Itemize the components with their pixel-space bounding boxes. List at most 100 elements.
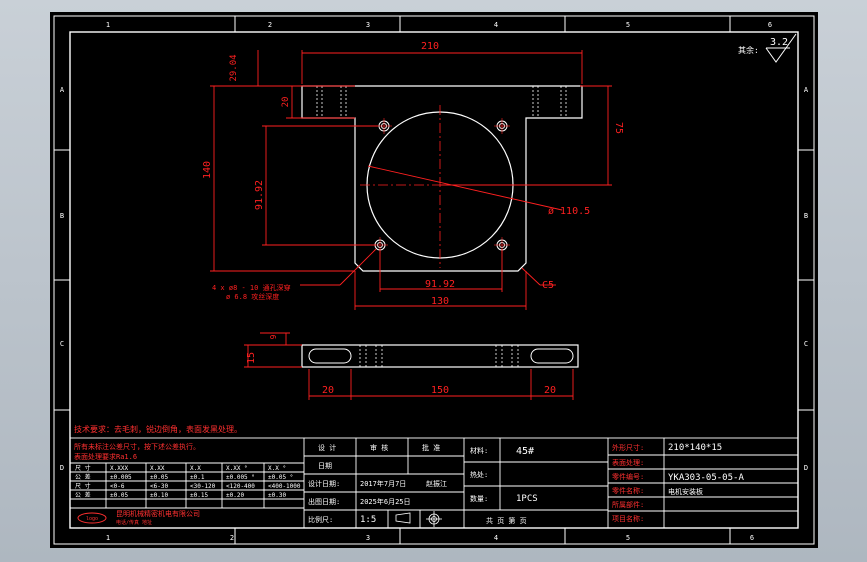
hole-note-line2: ø 6.8 攻丝深度 — [226, 292, 279, 301]
hole-note-line1: 4 x ø8 - 10 通孔深穿 — [212, 283, 291, 292]
grid-number-bottom: 1 — [106, 534, 110, 542]
tolerance-cell: <6-30 — [150, 483, 168, 490]
dim-tab: 20 — [281, 97, 291, 108]
slot-right — [530, 348, 574, 364]
part-no-value: YKA303-05-05-A — [668, 473, 744, 483]
grid-letter-right: B — [804, 212, 808, 220]
side-outline — [301, 344, 579, 368]
heat-label: 热处: — [470, 470, 488, 479]
material-value: 45# — [516, 446, 534, 457]
dim-hole-horizontal: 91.92 — [425, 279, 455, 290]
dim-chamfer: C5 — [542, 280, 554, 291]
designer: 赵振江 — [426, 479, 447, 488]
sheet-footer: 共 页 第 页 — [486, 516, 527, 525]
design-date-label: 设计日期: — [308, 479, 340, 488]
tolerance-cell: ±0.05 ° — [268, 474, 293, 481]
slot-lines-right — [532, 86, 567, 118]
issue-date: 2025年6月25日 — [360, 497, 411, 506]
cad-viewer: 1 2 3 4 5 6 1 2 3 4 5 6 A B C D A B C D — [0, 0, 867, 562]
side-dim-right: 20 — [544, 385, 556, 396]
company-sub: 电话/传真 地址 — [116, 519, 152, 526]
approve-label: 批 准 — [422, 443, 440, 452]
grid-letter-left: C — [60, 340, 64, 348]
projection-symbol — [395, 511, 442, 527]
tolerance-cell: <120-400 — [226, 483, 255, 490]
tolerance-cell: ±0.05 — [110, 492, 128, 499]
grid-number-top: 4 — [494, 21, 498, 29]
tolerance-cell: X.XXX — [110, 465, 128, 472]
dim-height: 140 — [202, 161, 213, 179]
scale-value: 1:5 — [360, 515, 376, 525]
front-view — [301, 85, 583, 272]
qty-label: 数量: — [470, 494, 488, 503]
assembly-label: 所属部件: — [612, 500, 644, 509]
grid-letter-right: C — [804, 340, 808, 348]
tolerance-header-1: 所有未标注公差尺寸，按下述公差执行。 — [74, 442, 200, 451]
finish-label: 表面处理: — [612, 458, 644, 467]
date-label: 日期 — [318, 462, 332, 470]
dim-right-height: 75 — [613, 122, 624, 134]
tolerance-cell: ±0.05 — [150, 474, 168, 481]
roughness-label: 其余: — [738, 45, 759, 55]
scale-label: 比例尺: — [308, 515, 333, 524]
part-name-value: 电机安装板 — [668, 487, 703, 496]
tolerance-cell: ±0.20 — [226, 492, 244, 499]
material-label: 材料: — [470, 446, 488, 455]
tolerance-cell: X.X ° — [268, 465, 286, 472]
issue-date-label: 出图日期: — [308, 497, 340, 506]
grid-number-bottom: 4 — [494, 534, 498, 542]
plate-outline — [301, 85, 583, 272]
grid-number-top: 2 — [268, 21, 272, 29]
tech-requirements: 技术要求：去毛刺，锐边倒角，表面发黑处理。 — [74, 424, 242, 434]
slot-left — [308, 348, 352, 364]
grid-number-top: 5 — [626, 21, 630, 29]
size-value: 210*140*15 — [668, 443, 722, 453]
side-dim-middle: 150 — [431, 385, 449, 396]
tolerance-cell: ±0.1 — [190, 474, 205, 481]
side-dim-thickness: 15 — [246, 352, 257, 364]
grid-letter-left: B — [60, 212, 64, 220]
grid-number-bottom: 2 — [230, 534, 234, 542]
company-name: 昆明机械精密机电有限公司 — [116, 509, 200, 518]
design-date: 2017年7月7日 — [360, 479, 406, 488]
dim-width-top: 210 — [421, 41, 439, 52]
size-label: 外形尺寸: — [612, 443, 644, 452]
tolerance-cell: ±0.005 ° — [226, 474, 255, 481]
side-dim-left: 20 — [322, 385, 334, 396]
tolerance-cell: X.XX ° — [226, 465, 248, 472]
tolerance-cell: <0-6 — [110, 483, 125, 490]
roughness-symbol: 其余: 3.2 — [738, 33, 797, 63]
tolerance-cell: ±0.10 — [150, 492, 168, 499]
grid-letter-right: D — [804, 464, 808, 472]
drawing-canvas[interactable]: 1 2 3 4 5 6 1 2 3 4 5 6 A B C D A B C D — [50, 12, 818, 548]
grid-letter-right: A — [804, 86, 809, 94]
side-view — [301, 344, 579, 368]
dim-hole-vertical: 91.92 — [254, 180, 265, 210]
dim-circle-diameter: ø 110.5 — [548, 206, 590, 217]
tolerance-cell: X.XX — [150, 465, 165, 472]
tolerance-row-label: 尺 寸 — [75, 482, 91, 490]
design-label: 设 计 — [318, 443, 336, 452]
tolerance-row-label: 公 差 — [75, 473, 91, 481]
review-label: 审 核 — [370, 443, 388, 452]
grid-letter-left: D — [60, 464, 64, 472]
tolerance-cell: ±0.30 — [268, 492, 286, 499]
drawing-sheet: 1 2 3 4 5 6 1 2 3 4 5 6 A B C D A B C D — [53, 15, 815, 545]
grid-number-bottom: 6 — [750, 534, 754, 542]
grid-number-top: 6 — [768, 21, 772, 29]
project-label: 项目名称: — [612, 514, 644, 523]
tolerance-cell: ±0.005 — [110, 474, 132, 481]
slot-lines-left — [316, 86, 347, 118]
grid-number-bottom: 5 — [626, 534, 630, 542]
grid-number-top: 1 — [106, 21, 110, 29]
tolerance-row-label: 公 差 — [75, 491, 91, 499]
tolerance-cell: X.X — [190, 465, 201, 472]
grid-number-top: 3 — [366, 21, 370, 29]
part-no-label: 零件编号: — [612, 472, 644, 481]
svg-text:logo: logo — [86, 516, 98, 522]
tolerance-cell: ±0.15 — [190, 492, 208, 499]
dim-bottom-width: 130 — [431, 296, 449, 307]
tolerance-table: 尺 寸 X.XXX X.XX X.X X.XX ° X.X ° 公 差 ±0.005 ±0.05… — [75, 464, 301, 499]
tolerance-cell: <30-120 — [190, 483, 216, 490]
grid-number-bottom: 3 — [366, 534, 370, 542]
